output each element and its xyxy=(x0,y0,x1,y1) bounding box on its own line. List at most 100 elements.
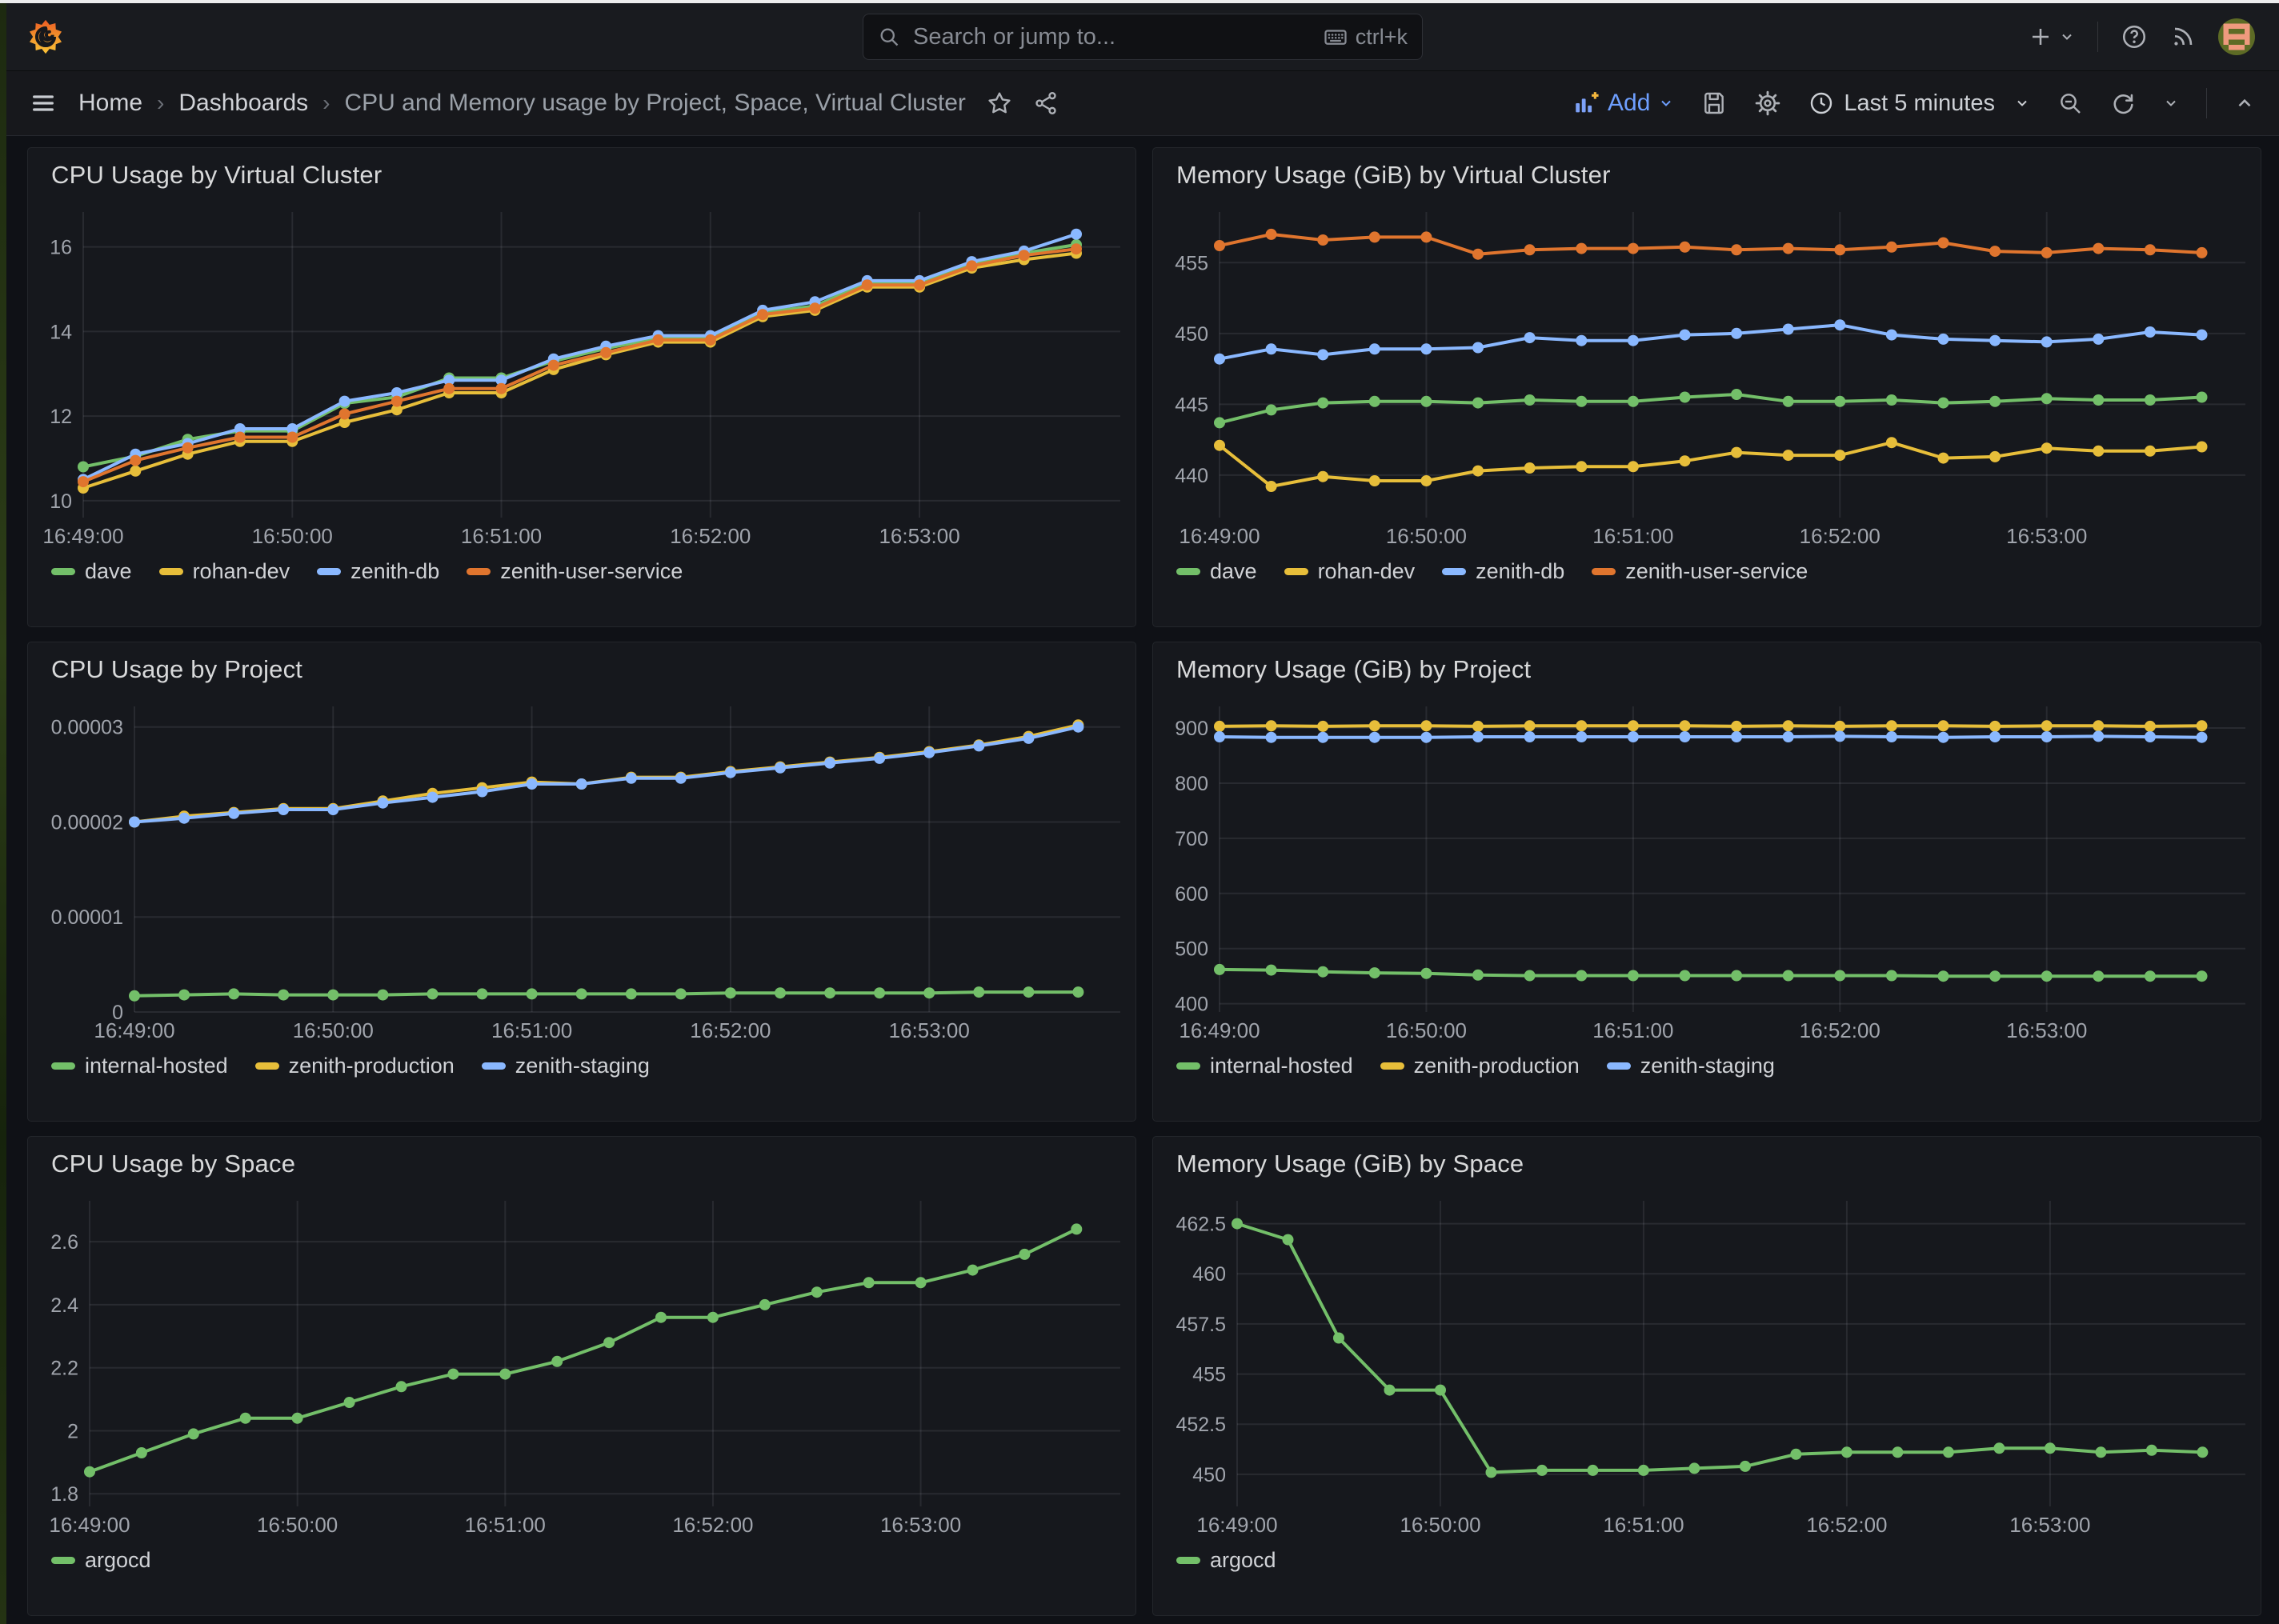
data-point[interactable] xyxy=(2145,446,2156,457)
data-point[interactable] xyxy=(2041,720,2053,731)
chart-plot[interactable]: 1.822.22.42.616:49:0016:50:0016:51:0016:… xyxy=(40,1185,1123,1542)
data-point[interactable] xyxy=(2197,392,2208,403)
new-button[interactable] xyxy=(2029,25,2075,49)
data-point[interactable] xyxy=(2197,1446,2208,1458)
data-point[interactable] xyxy=(1938,238,1949,249)
data-point[interactable] xyxy=(600,347,611,358)
data-point[interactable] xyxy=(1841,1446,1852,1458)
data-point[interactable] xyxy=(626,988,637,999)
data-point[interactable] xyxy=(1369,396,1380,407)
legend-item[interactable]: zenith-db xyxy=(317,559,439,584)
data-point[interactable] xyxy=(1892,1446,1903,1458)
data-point[interactable] xyxy=(1886,970,1897,982)
data-point[interactable] xyxy=(1576,335,1587,346)
data-point[interactable] xyxy=(1628,461,1639,472)
data-point[interactable] xyxy=(824,758,835,769)
data-point[interactable] xyxy=(551,1356,563,1367)
save-dashboard-button[interactable] xyxy=(1701,90,1727,116)
data-point[interactable] xyxy=(1524,970,1536,982)
data-point[interactable] xyxy=(1019,250,1030,261)
data-point[interactable] xyxy=(1834,970,1845,982)
refresh-button[interactable] xyxy=(2110,90,2136,116)
data-point[interactable] xyxy=(2093,243,2104,254)
data-point[interactable] xyxy=(339,396,350,407)
avatar[interactable] xyxy=(2218,18,2255,55)
data-point[interactable] xyxy=(1783,243,1794,254)
data-point[interactable] xyxy=(1369,475,1380,486)
data-point[interactable] xyxy=(292,1413,303,1424)
data-point[interactable] xyxy=(477,786,488,798)
data-point[interactable] xyxy=(1989,731,2001,742)
data-point[interactable] xyxy=(1834,450,1845,461)
data-point[interactable] xyxy=(1524,720,1536,731)
data-point[interactable] xyxy=(1731,328,1742,339)
data-point[interactable] xyxy=(1688,1462,1700,1474)
data-point[interactable] xyxy=(1369,343,1380,354)
data-point[interactable] xyxy=(1989,721,2001,732)
search-bar[interactable]: ctrl+k xyxy=(863,14,1423,60)
data-point[interactable] xyxy=(2197,970,2208,982)
data-point[interactable] xyxy=(1628,970,1639,982)
legend-item[interactable]: zenith-production xyxy=(1380,1054,1580,1078)
data-point[interactable] xyxy=(496,383,507,394)
data-point[interactable] xyxy=(234,432,246,443)
data-point[interactable] xyxy=(1472,466,1484,477)
data-point[interactable] xyxy=(874,987,885,998)
data-point[interactable] xyxy=(809,302,820,314)
legend-item[interactable]: zenith-staging xyxy=(1607,1054,1775,1078)
data-point[interactable] xyxy=(1071,229,1082,240)
data-point[interactable] xyxy=(2041,336,2053,347)
data-point[interactable] xyxy=(1790,1449,1801,1460)
data-point[interactable] xyxy=(1588,1465,1599,1476)
data-point[interactable] xyxy=(1938,453,1949,464)
legend-item[interactable]: rohan-dev xyxy=(1284,559,1416,584)
data-point[interactable] xyxy=(2197,720,2208,731)
data-point[interactable] xyxy=(178,990,190,1001)
data-point[interactable] xyxy=(2093,720,2104,731)
data-point[interactable] xyxy=(327,990,338,1001)
data-point[interactable] xyxy=(1214,240,1225,251)
data-point[interactable] xyxy=(2197,247,2208,258)
data-point[interactable] xyxy=(548,360,559,371)
data-point[interactable] xyxy=(228,808,239,819)
data-point[interactable] xyxy=(178,813,190,824)
data-point[interactable] xyxy=(527,988,538,999)
data-point[interactable] xyxy=(1886,731,1897,742)
data-point[interactable] xyxy=(1680,330,1691,341)
data-point[interactable] xyxy=(1266,720,1277,731)
data-point[interactable] xyxy=(759,1299,771,1310)
data-point[interactable] xyxy=(1472,342,1484,354)
data-point[interactable] xyxy=(973,986,984,998)
data-point[interactable] xyxy=(78,476,89,487)
data-point[interactable] xyxy=(1628,243,1639,254)
data-point[interactable] xyxy=(2197,330,2208,341)
data-point[interactable] xyxy=(1989,451,2001,462)
data-point[interactable] xyxy=(1740,1461,1751,1472)
data-point[interactable] xyxy=(2041,442,2053,454)
data-point[interactable] xyxy=(1384,1385,1396,1396)
panel-title[interactable]: Memory Usage (GiB) by Space xyxy=(1176,1150,2249,1178)
data-point[interactable] xyxy=(1628,720,1639,731)
data-point[interactable] xyxy=(1369,231,1380,242)
legend-item[interactable]: zenith-staging xyxy=(482,1054,650,1078)
data-point[interactable] xyxy=(1023,733,1034,744)
chart-plot[interactable]: 44044545045516:49:0016:50:0016:51:0016:5… xyxy=(1165,196,2249,553)
data-point[interactable] xyxy=(824,987,835,998)
data-point[interactable] xyxy=(1232,1218,1243,1230)
data-point[interactable] xyxy=(2145,970,2156,982)
data-point[interactable] xyxy=(1628,335,1639,346)
data-point[interactable] xyxy=(725,767,736,778)
refresh-interval-picker[interactable] xyxy=(2163,95,2179,111)
data-point[interactable] xyxy=(1680,720,1691,731)
data-point[interactable] xyxy=(1628,731,1639,742)
data-point[interactable] xyxy=(1938,970,1949,982)
data-point[interactable] xyxy=(527,778,538,790)
data-point[interactable] xyxy=(2093,446,2104,457)
data-point[interactable] xyxy=(130,466,141,477)
data-point[interactable] xyxy=(705,334,716,346)
data-point[interactable] xyxy=(1214,417,1225,428)
data-point[interactable] xyxy=(775,987,786,998)
data-point[interactable] xyxy=(377,990,388,1001)
data-point[interactable] xyxy=(2093,334,2104,345)
data-point[interactable] xyxy=(725,987,736,998)
